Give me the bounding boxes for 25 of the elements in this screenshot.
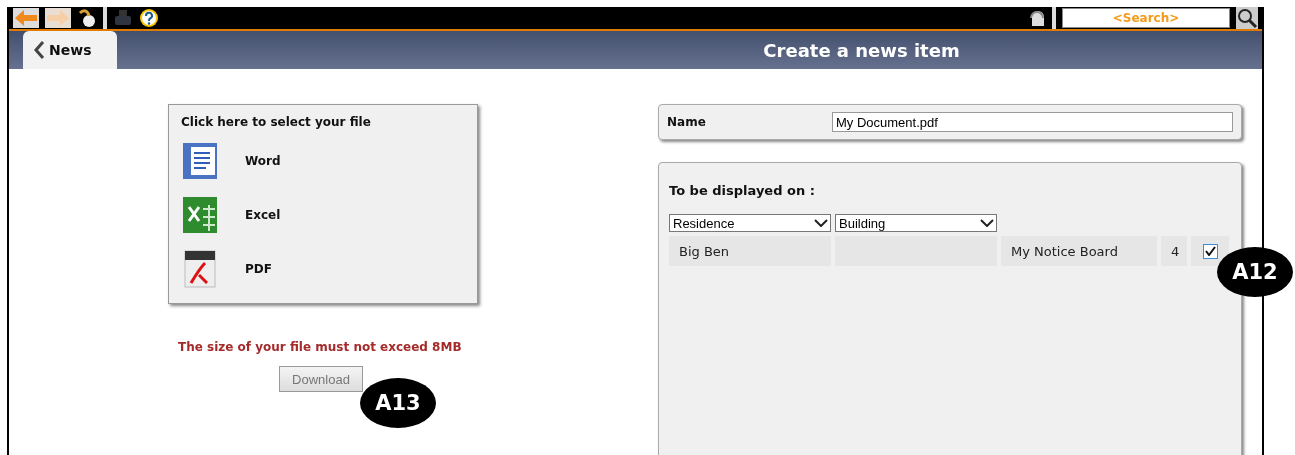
file-type-option[interactable]: PDF (245, 262, 272, 276)
file-picker-heading: Click here to select your file (181, 115, 372, 129)
row-checkbox[interactable] (1202, 243, 1218, 259)
name-field[interactable]: My Document.pdf (832, 112, 1233, 132)
name-label: Name (667, 115, 707, 129)
search-icon[interactable] (1236, 7, 1258, 29)
page-title: Create a news item (762, 39, 961, 61)
news-back-tab[interactable]: News (23, 31, 117, 69)
dropdown-chevron-icon (980, 219, 994, 227)
file-type-option[interactable]: Word (245, 154, 281, 168)
chevron-left-icon (33, 41, 45, 59)
table-cell: My Notice Board (1001, 236, 1157, 266)
filter-dropdown[interactable]: Residence (669, 214, 831, 232)
table-cell: 4 (1161, 236, 1187, 266)
dropdown-chevron-icon (814, 219, 828, 227)
search-field[interactable]: <Search> (1062, 8, 1230, 28)
help-icon[interactable] (139, 8, 159, 28)
display-heading: To be displayed on : (669, 183, 816, 198)
callout-badge: A12 (1217, 247, 1293, 297)
table-cell: Big Ben (669, 236, 831, 266)
checkmark-icon (1204, 246, 1216, 256)
callout-badge: A13 (360, 378, 436, 428)
size-warning: The size of your file must not exceed 8MB (178, 340, 462, 354)
filter-dropdown[interactable]: Building (835, 214, 997, 232)
file-type-option[interactable]: Excel (245, 208, 281, 222)
